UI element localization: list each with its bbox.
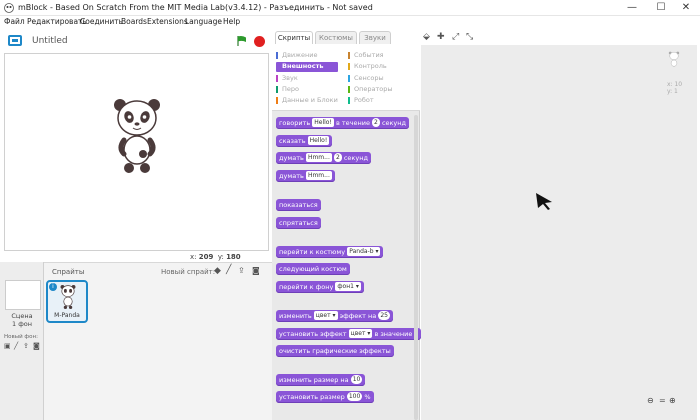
window-title: mBlock - Based On Scratch From the MIT M… [18,3,373,12]
panda-sprite[interactable] [112,96,162,176]
category-robot[interactable]: Робот [348,96,374,104]
upload-backdrop-icon[interactable]: ⇪ [23,342,29,350]
block-set-size[interactable]: установить размер 100 % [276,391,374,403]
sprite-name: M-Panda [54,312,80,319]
category-looks[interactable]: Внешность [276,62,338,72]
menu-extensions[interactable]: Extensions [147,17,188,26]
shrink-icon[interactable]: ⤡ [466,32,473,42]
category-data-blocks[interactable]: Данные и Блоки [276,96,338,104]
editor-tabs: Скрипты Костюмы Звуки [272,30,420,45]
stage-header: Untitled [0,30,272,52]
scripts-toolbar: ⬙ ✚ ⤢ ⤡ [421,30,697,45]
backdrop-thumbnail[interactable] [5,280,41,310]
camera-sprite-icon[interactable]: ◙ [252,266,260,275]
scene-column: Сцена 1 фон Новый фон: ▣ ╱ ⇪ ◙ [0,262,44,420]
category-events[interactable]: События [348,51,384,59]
draw-sprite-icon[interactable]: ╱ [226,265,231,275]
stop-icon[interactable] [254,36,265,47]
zoom-out-icon[interactable]: ⊖ [647,396,654,405]
sprites-header: Спрайты [52,268,85,276]
tab-scripts[interactable]: Скрипты [275,31,313,44]
close-button[interactable]: ✕ [672,0,700,16]
tab-costumes[interactable]: Костюмы [315,31,357,44]
block-clear-effects[interactable]: очистить графические эффекты [276,345,394,357]
mouse-cursor-icon [536,193,552,210]
duplicate-stamp-icon[interactable]: ⬙ [423,32,430,42]
block-change-effect[interactable]: изменить цвет эффект на 25 [276,310,393,322]
tab-sounds[interactable]: Звуки [359,31,391,44]
sprite-x-readout: x: 10 [667,81,683,88]
block-change-size[interactable]: изменить размер на 10 [276,374,366,386]
menu-boards[interactable]: Boards [121,17,147,26]
new-backdrop-label: Новый фон: [4,334,38,340]
category-pen[interactable]: Перо [276,85,299,93]
draw-backdrop-icon[interactable]: ╱ [14,342,18,350]
block-think[interactable]: думать Hmm... [276,170,335,182]
title-bar: mBlock - Based On Scratch From the MIT M… [0,0,700,16]
mouse-coordinates: x: 209 y: 180 [190,253,241,261]
block-switch-backdrop[interactable]: перейти к фону фон1 [276,281,364,293]
scene-backdrop-count: 1 фон [12,320,32,328]
sprite-thumbnail[interactable]: i M-Panda [46,280,88,323]
menu-help[interactable]: Help [223,17,240,26]
scripts-area[interactable]: x: 10 y: 1 ⊖ = ⊕ [421,45,697,420]
menu-file[interactable]: Файл [4,17,25,26]
category-sound[interactable]: Звук [276,74,298,82]
project-name[interactable]: Untitled [32,36,68,46]
stage[interactable] [4,53,269,251]
grow-icon[interactable]: ⤢ [452,32,459,42]
current-sprite-icon [668,51,680,67]
upload-sprite-icon[interactable]: ⇪ [238,266,245,275]
menu-bar: Файл Редактировать Соединить Boards Exte… [0,16,700,29]
sprite-info-icon[interactable]: i [49,283,57,291]
scene-label: Сцена [11,312,33,320]
fullscreen-icon[interactable] [8,35,22,46]
block-next-costume[interactable]: следующий костюм [276,263,350,275]
paint-sprite-icon[interactable]: ◆ [214,266,221,276]
block-categories: Движение Внешность Звук Перо Данные и Бл… [272,45,420,111]
block-show[interactable]: показаться [276,199,321,211]
minimize-button[interactable]: — [618,0,646,16]
menu-connect[interactable]: Соединить [80,17,123,26]
menu-language[interactable]: Language [185,17,222,26]
delete-cut-icon[interactable]: ✚ [437,32,445,42]
block-hide[interactable]: спрятаться [276,217,321,229]
mblock-app-icon [4,3,14,13]
new-sprite-label: Новый спрайт: [161,268,216,276]
block-say[interactable]: сказать Hello! [276,135,333,147]
category-operators[interactable]: Операторы [348,85,393,93]
block-switch-costume[interactable]: перейти к костюму Panda-b [276,246,384,258]
block-set-effect[interactable]: установить эффект цвет в значение [276,328,421,340]
block-say-for-secs[interactable]: говорить Hello! в течение 2 секунд [276,117,410,129]
green-flag-icon[interactable] [236,35,248,47]
category-sensing[interactable]: Сенсоры [348,74,384,82]
category-motion[interactable]: Движение [276,51,317,59]
zoom-in-icon[interactable]: ⊕ [669,396,676,405]
palette-scrollbar[interactable] [414,115,418,420]
maximize-button[interactable]: ☐ [647,0,675,16]
paint-backdrop-icon[interactable]: ▣ [4,342,11,350]
category-control[interactable]: Контроль [348,62,387,70]
camera-backdrop-icon[interactable]: ◙ [33,342,40,350]
block-think-for-secs[interactable]: думать Hmm... 2 секунд [276,152,371,164]
menu-edit[interactable]: Редактировать [27,17,87,26]
sprite-y-readout: y: 1 [667,88,678,95]
zoom-reset-icon[interactable]: = [659,396,666,405]
